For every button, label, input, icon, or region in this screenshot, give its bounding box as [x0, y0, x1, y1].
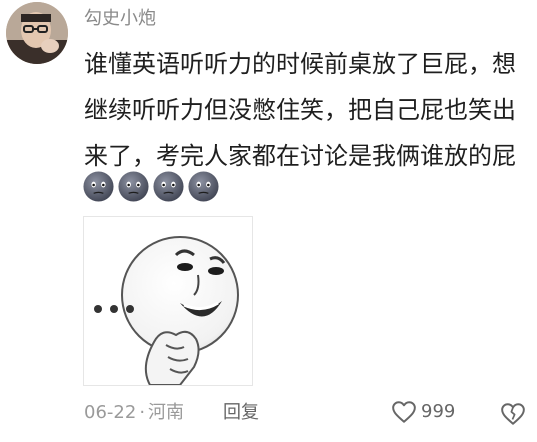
smug-meme-face-sticker [94, 236, 239, 385]
like-count: 999 [421, 401, 456, 422]
user-avatar[interactable] [6, 2, 68, 64]
avatar-photo [6, 2, 68, 64]
sweat-face-icon [188, 171, 219, 202]
meta-separator: · [139, 402, 146, 423]
comment-location: 河南 [148, 402, 185, 423]
meme-sticker-image[interactable] [83, 216, 253, 386]
sweat-face-icon [153, 171, 184, 202]
broken-heart-icon [501, 403, 525, 425]
sweat-face-icon [83, 171, 114, 202]
username[interactable]: 勾史小炮 [84, 8, 156, 30]
reply-button[interactable]: 回复 [223, 400, 259, 426]
dislike-button[interactable] [500, 401, 526, 427]
sweat-face-icon [118, 171, 149, 202]
emoji-row [82, 170, 220, 203]
comment-line: 继续听听力但没憋住笑，把自己屁也笑出 [84, 96, 516, 124]
comment-meta: 06-22 · 河南 [84, 400, 184, 426]
like-button[interactable]: 999 [391, 399, 455, 425]
comment-line: 谁懂英语听听力的时候前桌放了巨屁，想 [84, 50, 516, 78]
comment-line: 来了，考完人家都在讨论是我俩谁放的屁 [84, 142, 516, 170]
comment-date: 06-22 [84, 402, 137, 423]
heart-icon [392, 401, 416, 423]
comment-text: 谁懂英语听听力的时候前桌放了巨屁，想 继续听听力但没憋住笑，把自己屁也笑出 来了… [84, 41, 529, 179]
